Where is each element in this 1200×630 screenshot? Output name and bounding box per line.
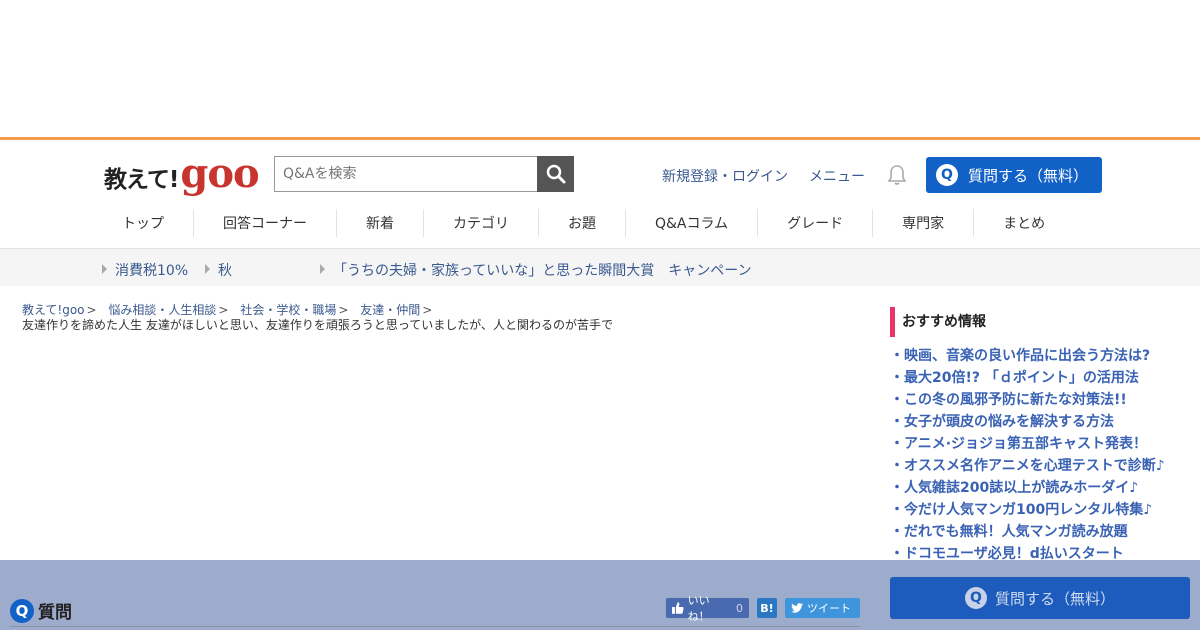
recommend-item[interactable]: ・アニメ·ジョジョ第五部キャスト発表！ [890,433,1190,455]
question-section-label: 質問 [38,603,72,623]
ad-space [0,0,1200,137]
sub-link-campaign[interactable]: 「うちの夫婦・家族っていいな」と思った瞬間大賞 キャンペーン [320,260,752,280]
nav-item-answer-corner[interactable]: 回答コーナー [194,209,337,237]
question-q-icon: Q [10,598,34,623]
triangle-right-icon [102,264,107,274]
recommend-item[interactable]: ・映画、音楽の良い作品に出会う方法は? [890,345,1190,367]
recommend-list: ・映画、音楽の良い作品に出会う方法は? ・最大20倍!? 「ｄポイント」の活用法… [890,345,1190,565]
question-q-icon: Q [936,164,958,186]
recommend-item[interactable]: ・最大20倍!? 「ｄポイント」の活用法 [890,367,1190,389]
hatena-bookmark-button[interactable]: B! [757,598,777,618]
breadcrumb-item[interactable]: 友達・仲間 [360,303,420,317]
like-button[interactable]: いいね！ 0 [666,594,749,623]
question-q-icon: Q [964,587,987,609]
ask-question-button[interactable]: Q 質問する（無料） [926,157,1102,193]
question-section-header: Q 質問 [10,598,72,623]
menu-link[interactable]: メニュー [809,166,865,186]
floating-ask-question-button[interactable]: Q 質問する（無料） [890,577,1190,619]
triangle-right-icon [205,264,210,274]
recommend-panel: おすすめ情報 ・映画、音楽の良い作品に出会う方法は? ・最大20倍!? 「ｄポイ… [890,307,1190,565]
tweet-button[interactable]: ツイート [785,598,860,618]
recommend-item[interactable]: ・人気雑誌200誌以上が読みホーダイ♪ [890,477,1190,499]
logo-text: 教えて! [104,167,179,193]
recommend-item[interactable]: ・だれでも無料！人気マンガ読み放題 [890,521,1190,543]
thumbs-up-icon [672,602,684,614]
recommend-item[interactable]: ・この冬の風邪予防に新たな対策法!! [890,389,1190,411]
search-icon [546,164,566,184]
site-logo[interactable]: 教えて! goo [104,150,260,197]
breadcrumb-item[interactable]: 社会・学校・職場 [240,303,336,317]
like-count: 0 [736,601,743,615]
recommend-item[interactable]: ・今だけ人気マンガ100円レンタル特集♪ [890,499,1190,521]
main-nav: トップ 回答コーナー 新着 カテゴリ お題 Q&Aコラム グレード 専門家 まと… [0,208,1200,248]
nav-item-matome[interactable]: まとめ [974,209,1074,237]
breadcrumb-item[interactable]: 教えて!goo [22,303,85,317]
tweet-label: ツイート [807,602,851,615]
nav-item-expert[interactable]: 専門家 [873,209,975,237]
recommend-item[interactable]: ・女子が頭皮の悩みを解決する方法 [890,411,1190,433]
nav-item-topic[interactable]: お題 [539,209,626,237]
logo-goo: goo [180,150,259,197]
recommend-heading: おすすめ情報 [890,307,1190,337]
sub-link-autumn[interactable]: 秋 [205,260,232,280]
divider [10,626,860,627]
breadcrumb-item[interactable]: 悩み相談・人生相談 [108,303,216,317]
site-header: 教えて! goo 新規登録・ログイン メニュー Q 質問する（無料） [0,140,1200,208]
nav-item-grade[interactable]: グレード [758,209,874,237]
sub-link-bar: 消費税10% 秋 「うちの夫婦・家族っていいな」と思った瞬間大賞 キャンペーン [0,248,1200,286]
triangle-right-icon [320,264,325,274]
search-button[interactable] [537,156,574,192]
nav-item-category[interactable]: カテゴリ [424,209,539,237]
nav-item-top[interactable]: トップ [104,209,194,237]
twitter-bird-icon [791,603,803,613]
floating-ask-label: 質問する（無料） [994,589,1115,608]
like-label: いいね！ [687,594,710,623]
search-input[interactable] [274,156,538,192]
search-box [274,156,574,192]
bell-icon[interactable] [887,164,907,190]
nav-item-new[interactable]: 新着 [337,209,424,237]
signup-login-link[interactable]: 新規登録・ログイン [662,166,788,186]
sub-link-tax[interactable]: 消費税10% [102,260,188,280]
ask-question-label: 質問する（無料） [968,166,1089,185]
nav-item-qa-column[interactable]: Q&Aコラム [626,209,759,237]
question-title: 友達作りを諦めた人生 友達がほしいと思い、友達作りを頑張ろうと思っていましたが、… [22,318,613,332]
recommend-item[interactable]: ・オススメ名作アニメを心理テストで診断♪ [890,455,1190,477]
